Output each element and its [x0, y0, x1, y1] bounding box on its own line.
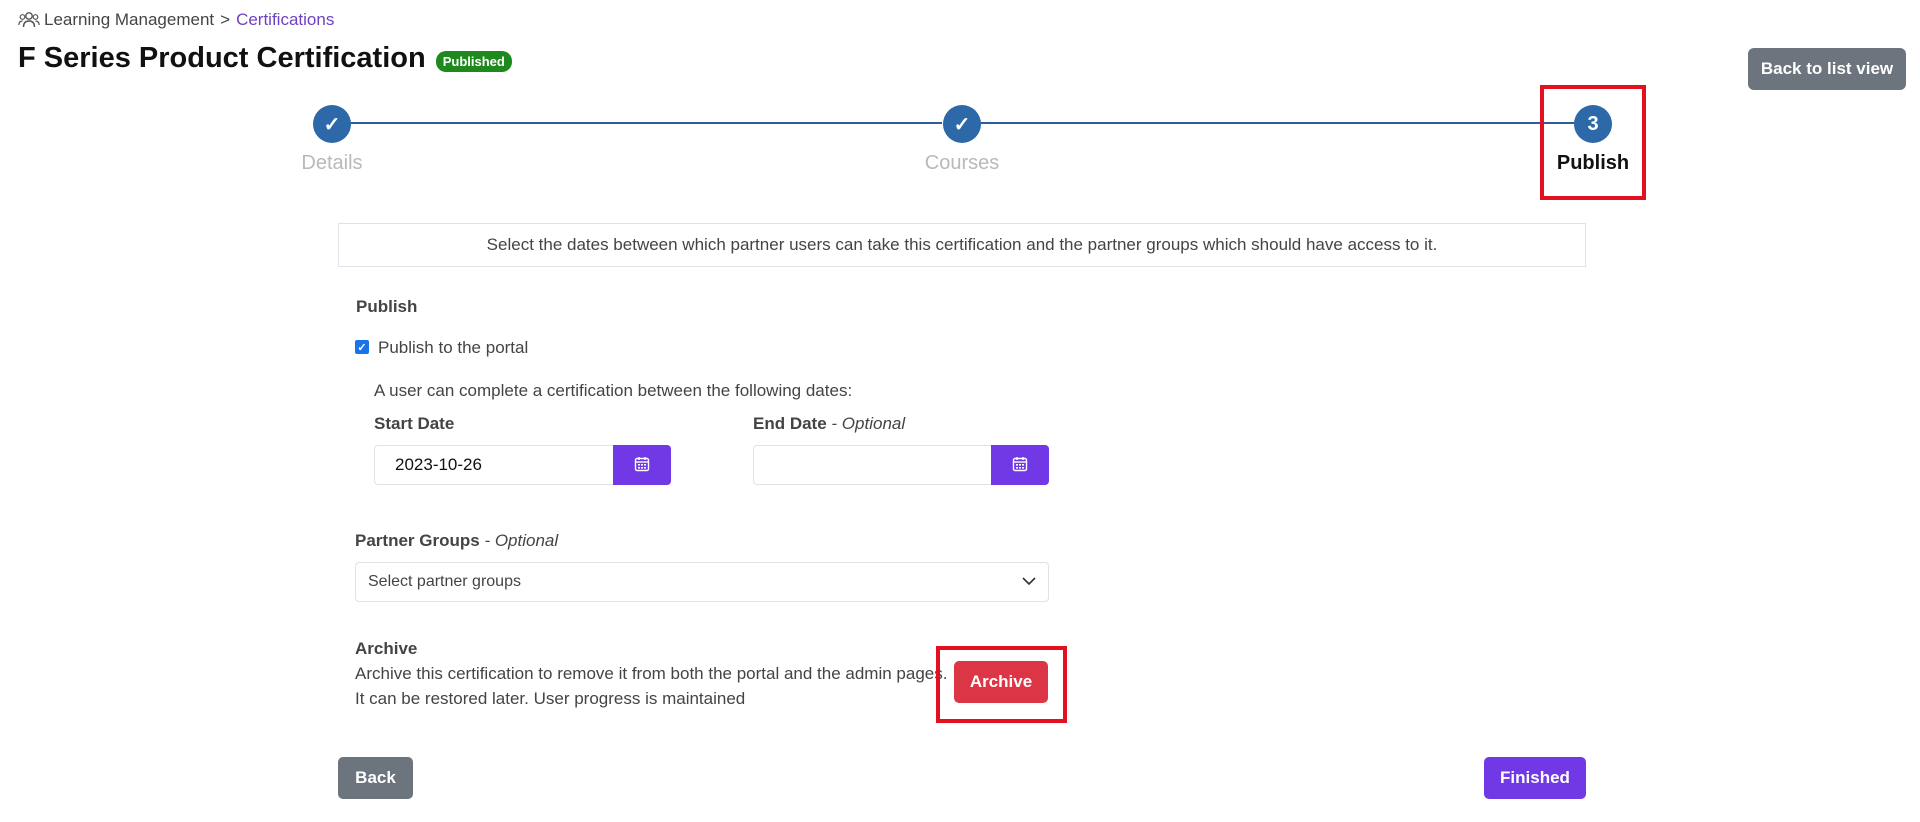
- step-publish-label[interactable]: Publish: [1493, 152, 1693, 175]
- stepper-connector-1: [350, 122, 942, 124]
- breadcrumb-current[interactable]: Certifications: [236, 10, 334, 30]
- step-details-label[interactable]: Details: [232, 152, 432, 175]
- back-to-list-button[interactable]: Back to list view: [1748, 48, 1906, 90]
- chevron-down-icon: [1022, 573, 1036, 591]
- breadcrumb: Learning Management > Certifications: [18, 10, 334, 30]
- people-icon: [18, 11, 40, 29]
- start-date-calendar-button[interactable]: [613, 445, 671, 485]
- publish-checkbox-label[interactable]: Publish to the portal: [378, 338, 528, 358]
- archive-description-line2: It can be restored later. User progress …: [355, 689, 746, 708]
- publish-checkbox[interactable]: ✓: [355, 340, 369, 354]
- info-text: Select the dates between which partner u…: [486, 235, 1438, 254]
- step-publish-number[interactable]: 3: [1574, 105, 1612, 143]
- partner-groups-label-text: Partner Groups: [355, 531, 480, 550]
- stepper-connector-2: [980, 122, 1592, 124]
- info-banner: Select the dates between which partner u…: [338, 223, 1586, 267]
- calendar-icon: [1012, 456, 1028, 475]
- page-title: F Series Product Certification: [18, 42, 426, 74]
- step-courses-label[interactable]: Courses: [862, 152, 1062, 175]
- end-date-optional-text: - Optional: [831, 414, 906, 433]
- back-button[interactable]: Back: [338, 757, 413, 799]
- partner-groups-optional-text: - Optional: [484, 531, 559, 550]
- breadcrumb-root[interactable]: Learning Management: [44, 10, 214, 30]
- end-date-calendar-button[interactable]: [991, 445, 1049, 485]
- archive-description-line1: Archive this certification to remove it …: [355, 664, 948, 683]
- finished-button[interactable]: Finished: [1484, 757, 1586, 799]
- start-date-label: Start Date: [374, 414, 455, 433]
- publish-heading: Publish: [356, 297, 418, 316]
- end-date-label: End Date - Optional: [753, 414, 905, 434]
- archive-heading: Archive: [355, 639, 418, 658]
- start-date-input[interactable]: [374, 445, 614, 485]
- end-date-input[interactable]: [753, 445, 992, 485]
- breadcrumb-separator: >: [220, 10, 231, 29]
- page-header: F Series Product Certification Published: [18, 42, 512, 75]
- partner-groups-placeholder: Select partner groups: [368, 573, 521, 590]
- end-date-label-text: End Date: [753, 414, 827, 433]
- archive-button[interactable]: Archive: [954, 661, 1048, 703]
- status-badge: Published: [435, 51, 512, 72]
- calendar-icon: [634, 456, 650, 475]
- step-courses-check-icon[interactable]: ✓: [943, 105, 981, 143]
- date-intro-text: A user can complete a certification betw…: [374, 381, 853, 400]
- partner-groups-select[interactable]: Select partner groups: [355, 562, 1049, 602]
- step-details-check-icon[interactable]: ✓: [313, 105, 351, 143]
- partner-groups-label: Partner Groups - Optional: [355, 531, 558, 551]
